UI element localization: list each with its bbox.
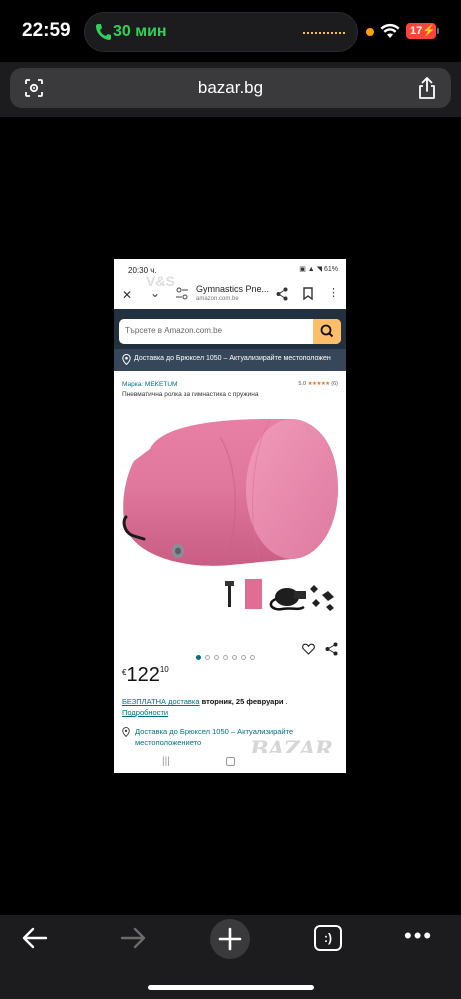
location-pin-icon	[122, 354, 131, 365]
accessory-thumbnails	[225, 579, 334, 611]
recents-icon: |||	[162, 756, 170, 767]
product-price: €12210	[122, 664, 169, 687]
battery-level: 17	[410, 25, 423, 37]
delivery-date: вторник, 25 февруари	[199, 697, 284, 706]
address-url[interactable]: bazar.bg	[10, 78, 451, 98]
amazon-search-box: Търсете в Amazon.com.be	[119, 319, 341, 344]
more-vert-icon: ⋮	[328, 287, 339, 299]
rating-value: 5.0	[298, 381, 307, 387]
gallery-dot	[223, 655, 228, 660]
embedded-nav-bar: |||	[114, 753, 346, 773]
battery-indicator: 17⚡	[406, 23, 436, 39]
charging-icon: ⚡	[422, 25, 436, 37]
product-rating: 5.0 ★★★★★ (6)	[298, 381, 338, 387]
embedded-tab-title: Gymnastics Pne...	[196, 284, 270, 294]
new-tab-button[interactable]	[210, 919, 250, 959]
product-brand: Марка: MEKETUM	[122, 381, 178, 388]
address-bar-container: bazar.bg	[0, 62, 461, 117]
call-indicator[interactable]: 30 мин	[84, 12, 358, 52]
forward-icon[interactable]	[120, 927, 146, 949]
gallery-dot	[232, 655, 237, 660]
browser-toolbar: :) •••	[0, 915, 461, 999]
battery-tip	[437, 28, 439, 34]
gallery-dot	[250, 655, 255, 660]
product-screenshot-image: 20:30 ч. ▣ ▲ ◥ 61% ✕ ⌄ Gymnastics Pne...…	[114, 259, 346, 773]
embedded-status-icons: ▣ ▲ ◥ 61%	[299, 266, 338, 273]
rating-stars: ★★★★★	[307, 381, 331, 387]
search-icon	[320, 324, 334, 338]
tune-icon	[176, 287, 188, 300]
browser-screen: 22:59 30 мин 17⚡ bazar.bg 20:30 ч. ▣ ▲ ◥…	[0, 0, 461, 999]
audio-wave	[303, 32, 345, 34]
call-duration: 30 мин	[113, 23, 167, 40]
wifi-icon	[380, 23, 400, 38]
gallery-dot	[205, 655, 210, 660]
status-bar: 22:59 30 мин 17⚡	[0, 0, 461, 62]
gallery-dot	[241, 655, 246, 660]
more-icon[interactable]: •••	[404, 923, 433, 949]
amazon-header: Търсете в Amazon.com.be	[114, 309, 346, 349]
delivery-info: БЕЗПЛАТНА доставка вторник, 25 февруари …	[122, 696, 340, 718]
status-time: 22:59	[22, 20, 71, 41]
close-icon: ✕	[122, 288, 133, 302]
gallery-dot	[214, 655, 219, 660]
amazon-location-bar: Доставка до Брюксел 1050 – Актуализирайт…	[114, 349, 346, 371]
bookmark-icon	[303, 287, 313, 300]
gallery-pagination	[196, 647, 266, 660]
amazon-search-placeholder: Търсете в Amazon.com.be	[125, 326, 223, 335]
back-icon[interactable]	[22, 927, 48, 949]
free-delivery-link: БЕЗПЛАТНА доставка	[122, 697, 200, 706]
heart-icon	[302, 643, 315, 655]
rating-count: (6)	[331, 381, 338, 387]
address-bar[interactable]: bazar.bg	[10, 68, 451, 108]
amazon-search-button	[313, 319, 341, 344]
price-whole: 122	[126, 664, 160, 686]
watermark-top: V&S	[146, 273, 175, 289]
embedded-tab-domain: amazon.com.be	[196, 296, 239, 302]
product-title: Пневматична ролка за гимнастика с пружин…	[122, 391, 259, 398]
home-indicator	[148, 985, 314, 990]
phone-icon	[96, 24, 111, 40]
details-link: Подробности	[122, 708, 169, 717]
gallery-dot	[196, 655, 201, 660]
tabs-button[interactable]: :)	[314, 925, 342, 951]
price-cents: 10	[159, 665, 169, 674]
share-icon[interactable]	[417, 76, 437, 100]
product-section: Марка: MEKETUM 5.0 ★★★★★ (6) Пневматична…	[114, 371, 346, 773]
share-icon	[325, 642, 338, 656]
delivery-period: .	[283, 697, 288, 706]
amazon-location-text: Доставка до Брюксел 1050 – Актуализирайт…	[134, 355, 331, 362]
share-icon	[276, 287, 288, 301]
home-icon	[226, 757, 235, 766]
air-roll-product-image	[122, 419, 338, 566]
plus-icon	[218, 927, 242, 951]
privacy-dot	[366, 28, 374, 36]
